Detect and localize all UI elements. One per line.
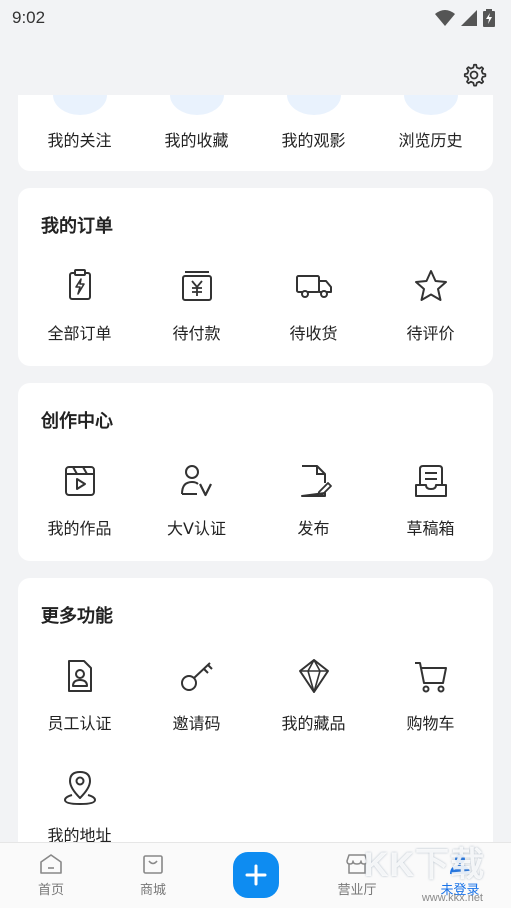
drafts-box-icon xyxy=(414,465,447,497)
more-label: 购物车 xyxy=(406,714,455,733)
creation-publish[interactable]: 发布 xyxy=(255,461,372,539)
cart-icon xyxy=(414,662,447,693)
order-label: 全部订单 xyxy=(47,324,112,343)
watermark-logo: KK下载 xyxy=(363,846,485,884)
home-icon xyxy=(40,854,62,874)
quick-links-card: 我的关注 我的收藏 我的观影 浏览历史 xyxy=(18,95,493,171)
order-label: 待付款 xyxy=(172,324,221,343)
quick-link-watch[interactable]: 我的观影 xyxy=(255,95,372,151)
quick-link-label: 浏览历史 xyxy=(398,131,463,150)
history-icon xyxy=(403,95,458,115)
watermark-url: www.kkx.net xyxy=(421,892,483,904)
yen-wallet-icon xyxy=(181,271,212,301)
quick-link-favorites[interactable]: 我的收藏 xyxy=(138,95,255,151)
battery-icon xyxy=(483,9,495,27)
status-icons xyxy=(435,9,495,27)
favorites-icon xyxy=(169,95,224,115)
order-pending-receipt[interactable]: 待收货 xyxy=(255,266,372,344)
star-icon xyxy=(414,270,447,301)
status-bar: 9:02 xyxy=(0,0,511,36)
more-cart[interactable]: 购物车 xyxy=(372,656,489,734)
wifi-icon xyxy=(435,10,455,26)
order-pending-review[interactable]: 待评价 xyxy=(372,266,489,344)
plus-icon xyxy=(245,864,267,886)
more-title: 更多功能 xyxy=(41,606,113,627)
shopping-bag-icon xyxy=(143,855,163,874)
follow-icon xyxy=(52,95,107,115)
location-pin-icon xyxy=(63,771,96,806)
creation-verify[interactable]: 大V认证 xyxy=(138,461,255,539)
creation-card: 创作中心 我的作品 大V认证 发布 草稿箱 xyxy=(18,383,493,561)
more-label: 邀请码 xyxy=(172,714,221,733)
clipboard-bolt-icon xyxy=(68,269,91,300)
nav-label: 商城 xyxy=(139,883,166,898)
quick-link-label: 我的收藏 xyxy=(164,131,229,150)
employee-badge-icon xyxy=(67,660,92,692)
order-all[interactable]: 全部订单 xyxy=(21,266,138,344)
user-v-icon xyxy=(180,465,212,497)
signal-icon xyxy=(461,10,477,26)
quick-link-history[interactable]: 浏览历史 xyxy=(372,95,489,151)
creation-label: 我的作品 xyxy=(47,519,112,538)
creation-drafts[interactable]: 草稿箱 xyxy=(372,461,489,539)
gear-icon[interactable] xyxy=(461,62,487,88)
create-button[interactable] xyxy=(233,852,279,898)
diamond-icon xyxy=(298,659,329,693)
more-address[interactable]: 我的地址 xyxy=(21,768,138,846)
creation-works[interactable]: 我的作品 xyxy=(21,461,138,539)
creation-label: 发布 xyxy=(297,519,330,538)
more-invite[interactable]: 邀请码 xyxy=(138,656,255,734)
order-label: 待收货 xyxy=(289,324,338,343)
nav-mall[interactable]: 商城 xyxy=(108,853,198,898)
quick-link-follow[interactable]: 我的关注 xyxy=(21,95,138,151)
creation-title: 创作中心 xyxy=(41,411,113,432)
nav-home[interactable]: 首页 xyxy=(6,853,96,898)
orders-card: 我的订单 全部订单 待付款 待收货 待评价 xyxy=(18,188,493,366)
truck-icon xyxy=(295,275,332,298)
order-label: 待评价 xyxy=(406,324,455,343)
document-edit-icon xyxy=(300,465,332,497)
video-clapper-icon xyxy=(64,466,95,496)
status-time: 9:02 xyxy=(12,8,46,27)
creation-label: 草稿箱 xyxy=(406,519,455,538)
more-card: 更多功能 员工认证 邀请码 我的藏品 购物车 我的地址 xyxy=(18,578,493,858)
key-icon xyxy=(180,662,213,691)
more-label: 我的藏品 xyxy=(281,714,346,733)
watch-icon xyxy=(286,95,341,115)
quick-link-label: 我的观影 xyxy=(281,131,346,150)
creation-label: 大V认证 xyxy=(167,519,226,538)
nav-label: 首页 xyxy=(37,883,64,898)
more-employee[interactable]: 员工认证 xyxy=(21,656,138,734)
quick-link-label: 我的关注 xyxy=(47,131,112,150)
orders-title: 我的订单 xyxy=(41,216,113,237)
more-label: 员工认证 xyxy=(47,714,112,733)
more-collection[interactable]: 我的藏品 xyxy=(255,656,372,734)
order-pending-payment[interactable]: 待付款 xyxy=(138,266,255,344)
